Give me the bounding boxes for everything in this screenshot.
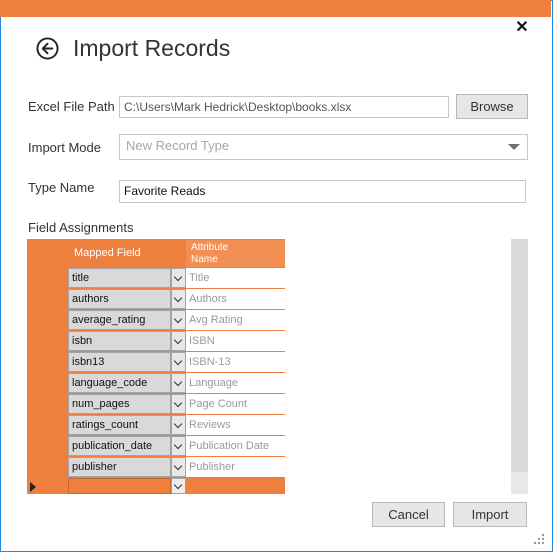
attribute-name-cell: ISBN-13: [186, 352, 285, 372]
chevron-down-icon: [173, 440, 183, 450]
import-mode-label: Import Mode: [28, 140, 101, 155]
grid-empty-area: [285, 239, 511, 494]
resize-grip-icon[interactable]: [519, 519, 549, 549]
chevron-down-icon: [173, 480, 183, 490]
excel-file-path-input[interactable]: C:\Users\Mark Hedrick\Desktop\books.xlsx: [119, 96, 449, 118]
title-accent-bar: [0, 0, 551, 17]
mapped-field-dropdown-button[interactable]: [171, 268, 186, 288]
type-name-input[interactable]: Favorite Reads: [119, 180, 526, 203]
browse-button[interactable]: Browse: [456, 94, 528, 119]
mapped-field-dropdown-button[interactable]: [171, 352, 186, 372]
mapped-field-cell[interactable]: num_pages: [68, 394, 171, 414]
import-mode-value: New Record Type: [126, 138, 230, 153]
grid-vertical-scrollbar[interactable]: [511, 239, 528, 494]
attribute-name-cell: ISBN: [186, 331, 285, 351]
chevron-down-icon: [173, 293, 183, 303]
mapped-field-cell[interactable]: publisher: [68, 457, 171, 477]
attribute-name-cell: Publication Date: [186, 436, 285, 456]
excel-file-path-label: Excel File Path: [28, 99, 115, 114]
mapped-field-dropdown-button[interactable]: [171, 436, 186, 456]
page-title: Import Records: [73, 35, 231, 61]
chevron-down-icon: [173, 356, 183, 366]
mapped-field-cell[interactable]: authors: [68, 289, 171, 309]
import-mode-select[interactable]: New Record Type: [119, 134, 528, 160]
field-assignments-label: Field Assignments: [28, 220, 134, 235]
chevron-down-icon: [173, 461, 183, 471]
back-arrow-icon[interactable]: [36, 37, 59, 60]
cancel-button[interactable]: Cancel: [372, 502, 445, 527]
chevron-down-icon: [173, 377, 183, 387]
mapped-field-dropdown-button[interactable]: [171, 373, 186, 393]
chevron-down-icon: [508, 144, 520, 150]
mapped-field-cell[interactable]: isbn: [68, 331, 171, 351]
attribute-name-cell: Authors: [186, 289, 285, 309]
mapped-field-cell[interactable]: publication_date: [68, 436, 171, 456]
mapped-field-dropdown-button[interactable]: [171, 394, 186, 414]
column-header-mapped-field[interactable]: Mapped Field: [68, 240, 186, 267]
attribute-name-cell: Publisher: [186, 457, 285, 477]
attribute-name-cell: Reviews: [186, 415, 285, 435]
mapped-field-cell[interactable]: language_code: [68, 373, 171, 393]
import-button[interactable]: Import: [453, 502, 527, 527]
chevron-down-icon: [173, 398, 183, 408]
chevron-down-icon: [173, 314, 183, 324]
close-icon[interactable]: ✕: [512, 18, 532, 38]
attribute-name-cell: Language: [186, 373, 285, 393]
attribute-name-cell: Title: [186, 268, 285, 288]
attribute-name-cell: Avg Rating: [186, 310, 285, 330]
mapped-field-cell[interactable]: average_rating: [68, 310, 171, 330]
mapped-field-dropdown-button[interactable]: [171, 331, 186, 351]
type-name-label: Type Name: [28, 180, 95, 195]
mapped-field-cell[interactable]: title: [68, 268, 171, 288]
attribute-name-cell: Page Count: [186, 394, 285, 414]
mapped-field-dropdown-button[interactable]: [171, 415, 186, 435]
new-row-dropdown-button[interactable]: [171, 478, 186, 494]
mapped-field-cell[interactable]: isbn13: [68, 352, 171, 372]
new-row-mapped-cell[interactable]: [68, 478, 171, 494]
mapped-field-dropdown-button[interactable]: [171, 289, 186, 309]
chevron-down-icon: [173, 335, 183, 345]
mapped-field-cell[interactable]: ratings_count: [68, 415, 171, 435]
grid-scrollbar-track[interactable]: [511, 472, 528, 494]
chevron-down-icon: [173, 272, 183, 282]
column-header-attribute-name[interactable]: Attribute Name: [186, 240, 285, 267]
row-indicator-icon: [30, 482, 36, 492]
mapped-field-dropdown-button[interactable]: [171, 457, 186, 477]
mapped-field-dropdown-button[interactable]: [171, 310, 186, 330]
chevron-down-icon: [173, 419, 183, 429]
